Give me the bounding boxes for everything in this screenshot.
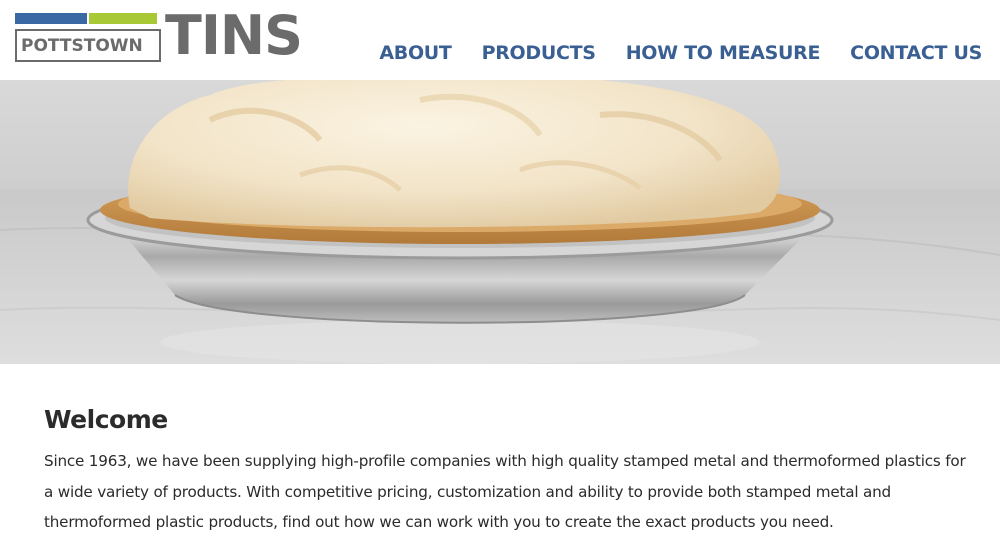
main-content: Welcome Since 1963, we have been supplyi… [44, 405, 974, 538]
page-title: Welcome [44, 405, 168, 434]
welcome-paragraph: Since 1963, we have been supplying high-… [44, 452, 966, 531]
nav-how-to-measure[interactable]: HOW TO MEASURE [626, 42, 821, 64]
site-header: POTTSTOWN TINS ABOUT PRODUCTS HOW TO MEA… [0, 0, 1000, 80]
logo-big-text: TINS [165, 4, 303, 67]
logo-box: POTTSTOWN [15, 29, 161, 62]
main-nav: ABOUT PRODUCTS HOW TO MEASURE CONTACT US [349, 42, 982, 64]
logo-green-bar [89, 13, 157, 24]
nav-products[interactable]: PRODUCTS [482, 42, 596, 64]
nav-contact-us[interactable]: CONTACT US [850, 42, 982, 64]
nav-about[interactable]: ABOUT [379, 42, 452, 64]
pie-illustration [0, 80, 1000, 364]
hero-image [0, 80, 1000, 364]
logo-small-text: POTTSTOWN [21, 36, 143, 56]
site-logo[interactable]: POTTSTOWN TINS [15, 7, 303, 65]
logo-blue-bar [15, 13, 87, 24]
